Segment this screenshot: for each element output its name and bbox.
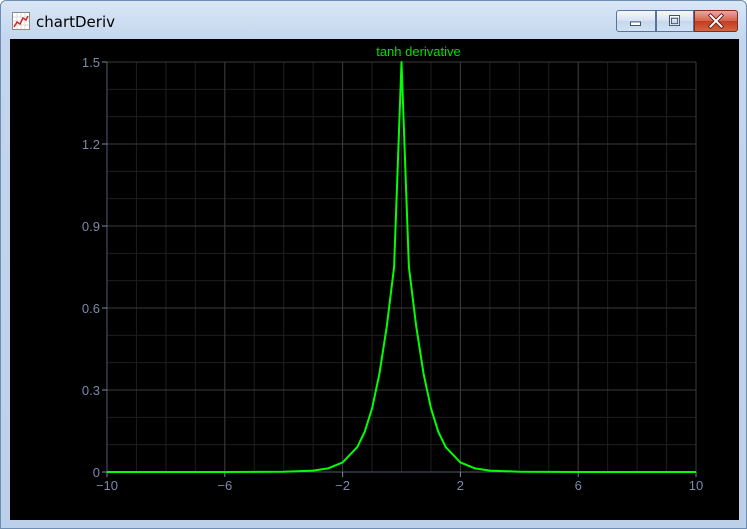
- tanh-derivative-chart: −10 −6 −2 2 6 10 0 0.3 0.6 0.9 1.2 1.5 tanh derivat…: [82, 44, 703, 493]
- y-tick-label: 1.5: [82, 55, 100, 70]
- title-bar[interactable]: chartDeriv: [1, 1, 746, 39]
- x-tick-label: −6: [217, 478, 232, 493]
- maximize-icon: [669, 15, 681, 26]
- y-tick-label: 0.6: [82, 301, 100, 316]
- y-tick-label: 1.2: [82, 137, 100, 152]
- chart-title: tanh derivative: [376, 44, 461, 59]
- x-tick-label: 10: [689, 478, 703, 493]
- minimize-button[interactable]: [616, 10, 656, 32]
- window-title: chartDeriv: [36, 13, 115, 31]
- chart-window: chartDeriv −10 −6 −2 2 6 10 0 0.3 0.6 0.9 1.: [0, 0, 747, 529]
- y-tick-label: 0: [93, 465, 100, 480]
- x-tick-label: −2: [335, 478, 350, 493]
- chart-area: −10 −6 −2 2 6 10 0 0.3 0.6 0.9 1.2 1.5 tanh derivat…: [10, 39, 739, 520]
- chart-app-icon[interactable]: [12, 12, 30, 30]
- close-icon: [707, 12, 725, 30]
- minimize-icon: [630, 21, 642, 26]
- x-tick-label: −10: [96, 478, 118, 493]
- x-tick-label: 6: [575, 478, 582, 493]
- x-tick-label: 2: [457, 478, 464, 493]
- maximize-button[interactable]: [656, 10, 694, 32]
- y-tick-label: 0.3: [82, 383, 100, 398]
- close-button[interactable]: [694, 10, 738, 32]
- y-tick-label: 0.9: [82, 219, 100, 234]
